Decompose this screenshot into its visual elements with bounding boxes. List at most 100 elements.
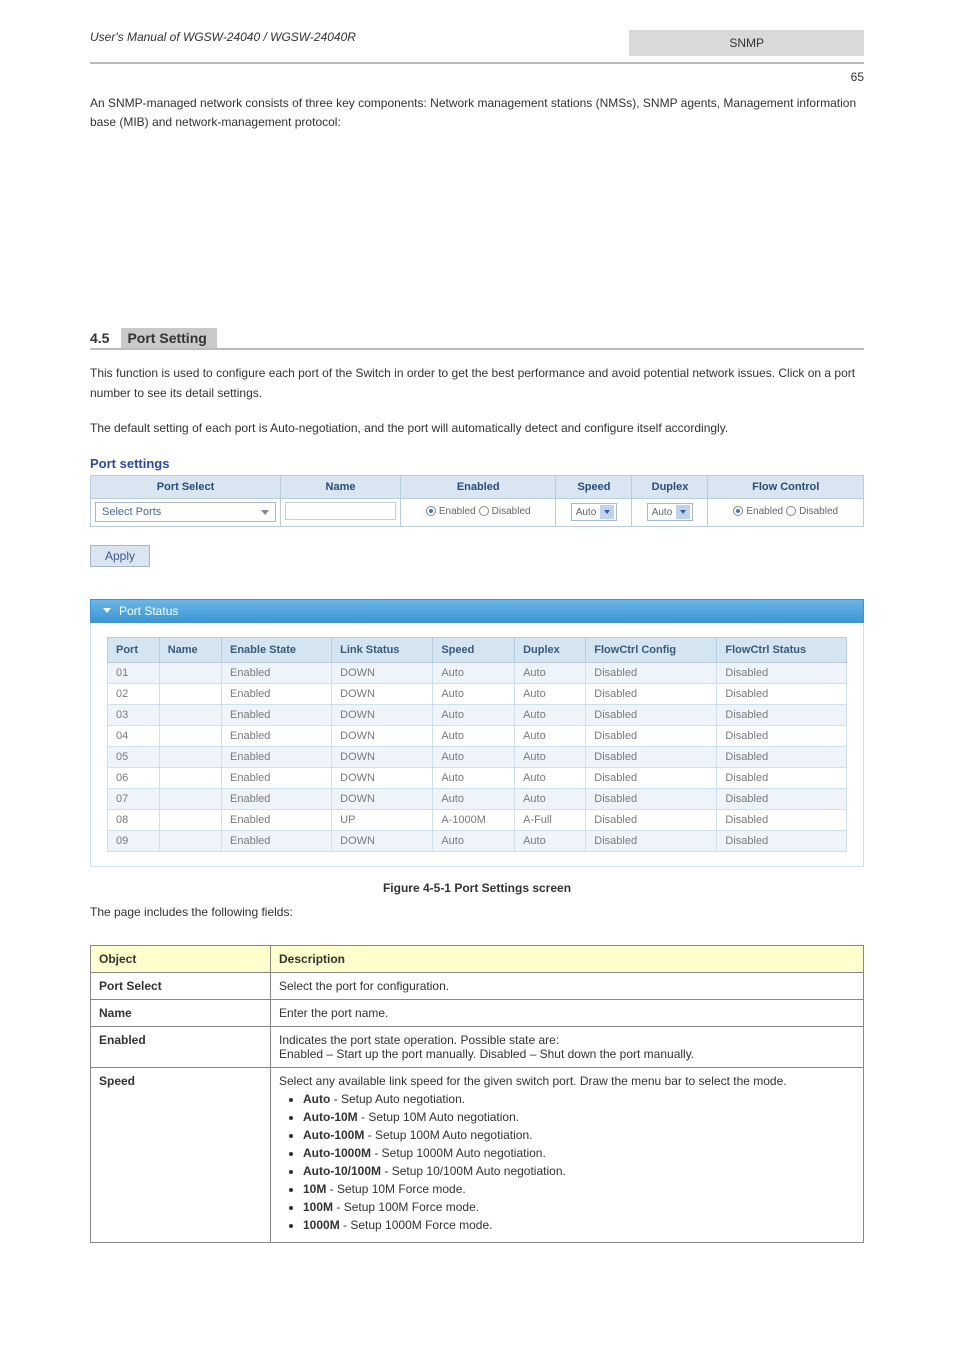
st-cell-port: 01 xyxy=(108,662,160,683)
st-cell-fc_cfg: Disabled xyxy=(586,725,717,746)
chevron-down-icon xyxy=(600,505,614,519)
st-cell-duplex: Auto xyxy=(515,725,586,746)
apply-button[interactable]: Apply xyxy=(90,545,150,567)
st-cell-link: DOWN xyxy=(332,746,433,767)
name-input[interactable] xyxy=(285,502,396,520)
st-cell-fc_st: Disabled xyxy=(717,809,847,830)
st-cell-fc_cfg: Disabled xyxy=(586,788,717,809)
st-cell-enable: Enabled xyxy=(222,830,332,851)
ps-col-port-select: Port Select xyxy=(91,475,281,498)
st-cell-speed: Auto xyxy=(433,746,515,767)
st-cell-fc_st: Disabled xyxy=(717,662,847,683)
speed-value: Auto xyxy=(576,507,597,518)
st-cell-link: DOWN xyxy=(332,788,433,809)
st-cell-fc_cfg: Disabled xyxy=(586,704,717,725)
st-cell-port: 06 xyxy=(108,767,160,788)
duplex-value: Auto xyxy=(652,507,673,518)
st-cell-duplex: Auto xyxy=(515,662,586,683)
od-object-cell: Name xyxy=(91,999,271,1026)
table-row: Port SelectSelect the port for configura… xyxy=(91,972,864,999)
st-cell-fc_st: Disabled xyxy=(717,746,847,767)
page-number: 65 xyxy=(0,70,954,84)
st-cell-link: DOWN xyxy=(332,830,433,851)
st-cell-fc_st: Disabled xyxy=(717,767,847,788)
enabled-radio-disabled[interactable]: Disabled xyxy=(479,506,531,517)
table-row: 04EnabledDOWNAutoAutoDisabledDisabled xyxy=(108,725,847,746)
st-cell-duplex: Auto xyxy=(515,746,586,767)
st-cell-link: UP xyxy=(332,809,433,830)
st-cell-fc_st: Disabled xyxy=(717,830,847,851)
collapse-icon xyxy=(103,608,111,613)
st-cell-name xyxy=(159,662,221,683)
st-cell-speed: A-1000M xyxy=(433,809,515,830)
st-cell-duplex: Auto xyxy=(515,788,586,809)
st-cell-enable: Enabled xyxy=(222,767,332,788)
list-item: Auto - Setup Auto negotiation. xyxy=(303,1092,855,1106)
select-ports-dropdown[interactable]: Select Ports xyxy=(95,502,276,522)
flow-radio-enabled[interactable]: Enabled xyxy=(733,506,783,517)
st-cell-name xyxy=(159,830,221,851)
intro-paragraph: An SNMP-managed network consists of thre… xyxy=(90,94,864,132)
st-col-6: FlowCtrl Config xyxy=(586,637,717,662)
section-number: 4.5 xyxy=(90,330,109,346)
figure-caption: Figure 4-5-1 Port Settings screen xyxy=(90,881,864,895)
chevron-down-icon xyxy=(676,505,690,519)
od-object-cell: Speed xyxy=(91,1067,271,1242)
port-settings-subtitle: Port settings xyxy=(90,456,864,471)
section-para-2: The default setting of each port is Auto… xyxy=(90,419,864,438)
flow-radio-disabled[interactable]: Disabled xyxy=(786,506,838,517)
ps-col-enabled: Enabled xyxy=(401,475,556,498)
select-ports-label: Select Ports xyxy=(102,506,161,518)
list-item: 10M - Setup 10M Force mode. xyxy=(303,1182,855,1196)
st-cell-enable: Enabled xyxy=(222,725,332,746)
port-status-header[interactable]: Port Status xyxy=(90,599,864,623)
section-title: Port Setting xyxy=(121,328,216,348)
st-cell-speed: Auto xyxy=(433,767,515,788)
ps-col-name: Name xyxy=(281,475,401,498)
list-item: Auto-10M - Setup 10M Auto negotiation. xyxy=(303,1110,855,1124)
radio-icon xyxy=(733,506,743,516)
st-cell-port: 05 xyxy=(108,746,160,767)
st-cell-fc_st: Disabled xyxy=(717,704,847,725)
st-cell-duplex: Auto xyxy=(515,683,586,704)
st-cell-fc_st: Disabled xyxy=(717,788,847,809)
st-cell-enable: Enabled xyxy=(222,662,332,683)
chevron-down-icon xyxy=(261,510,269,515)
st-cell-fc_cfg: Disabled xyxy=(586,746,717,767)
od-col-object: Object xyxy=(91,945,271,972)
object-description-table: Object Description Port SelectSelect the… xyxy=(90,945,864,1243)
list-item: 1000M - Setup 1000M Force mode. xyxy=(303,1218,855,1232)
st-cell-fc_cfg: Disabled xyxy=(586,767,717,788)
table-row: 09EnabledDOWNAutoAutoDisabledDisabled xyxy=(108,830,847,851)
od-desc-cell: Select the port for configuration. xyxy=(271,972,864,999)
st-cell-duplex: Auto xyxy=(515,704,586,725)
st-cell-fc_st: Disabled xyxy=(717,683,847,704)
st-col-1: Name xyxy=(159,637,221,662)
radio-icon xyxy=(786,506,796,516)
st-cell-duplex: Auto xyxy=(515,767,586,788)
ps-col-speed: Speed xyxy=(556,475,632,498)
list-item: Auto-10/100M - Setup 10/100M Auto negoti… xyxy=(303,1164,855,1178)
st-cell-name xyxy=(159,725,221,746)
port-settings-table: Port Select Name Enabled Speed Duplex Fl… xyxy=(90,475,864,527)
st-cell-fc_st: Disabled xyxy=(717,725,847,746)
st-cell-port: 03 xyxy=(108,704,160,725)
st-cell-name xyxy=(159,746,221,767)
list-item: Auto-1000M - Setup 1000M Auto negotiatio… xyxy=(303,1146,855,1160)
table-row: 06EnabledDOWNAutoAutoDisabledDisabled xyxy=(108,767,847,788)
st-cell-speed: Auto xyxy=(433,830,515,851)
st-col-2: Enable State xyxy=(222,637,332,662)
od-desc-cell: Indicates the port state operation. Poss… xyxy=(271,1026,864,1067)
st-col-0: Port xyxy=(108,637,160,662)
st-cell-link: DOWN xyxy=(332,662,433,683)
speed-dropdown[interactable]: Auto xyxy=(571,503,618,521)
duplex-dropdown[interactable]: Auto xyxy=(647,503,694,521)
st-cell-speed: Auto xyxy=(433,662,515,683)
enabled-radio-enabled[interactable]: Enabled xyxy=(426,506,476,517)
st-cell-name xyxy=(159,788,221,809)
st-cell-enable: Enabled xyxy=(222,746,332,767)
od-object-cell: Enabled xyxy=(91,1026,271,1067)
manual-title: User's Manual of WGSW-24040 / WGSW-24040… xyxy=(90,30,356,44)
port-status-table: PortNameEnable StateLink StatusSpeedDupl… xyxy=(107,637,847,852)
figure-description: The page includes the following fields: xyxy=(90,903,864,921)
